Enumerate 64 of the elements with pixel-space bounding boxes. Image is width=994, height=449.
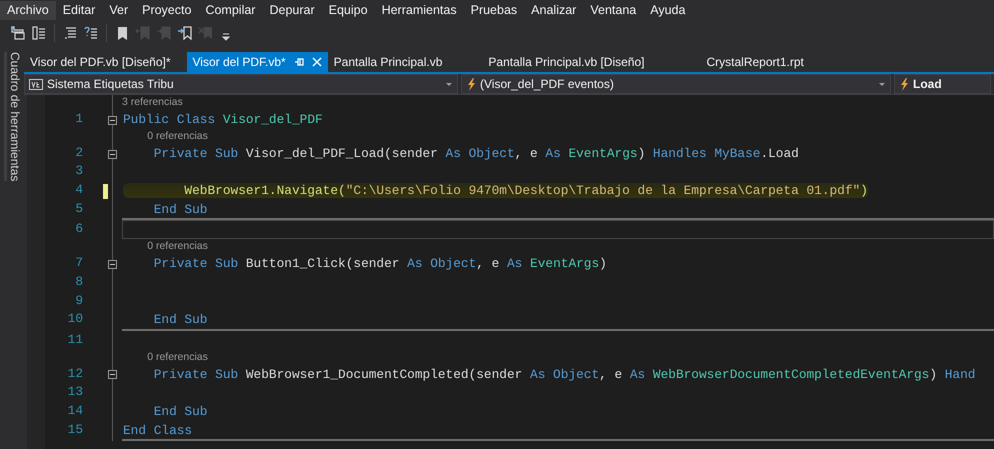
menu-item[interactable]: Compilar	[198, 0, 262, 20]
menu-item[interactable]: Analizar	[524, 0, 584, 20]
member-dropdown[interactable]: Load	[894, 74, 991, 94]
menu-item[interactable]: Equipo	[322, 0, 375, 20]
document-tab[interactable]: Pantalla Principal.vb [Diseño]	[482, 52, 650, 72]
reference-count[interactable]: 0 referencias	[147, 130, 208, 142]
list-icon[interactable]	[31, 25, 47, 41]
menu-item[interactable]: Archivo	[0, 0, 56, 20]
menu-item[interactable]: Ayuda	[643, 0, 692, 20]
lines-icon[interactable]	[62, 25, 78, 41]
menu-item[interactable]: Ventana	[583, 0, 644, 20]
line-number: 15	[66, 420, 84, 439]
line-number: 2	[74, 144, 84, 162]
code-line: End Sub	[152, 202, 208, 217]
menu-item[interactable]: Pruebas	[464, 0, 524, 20]
collapse-icon[interactable]	[108, 116, 117, 125]
line-number: 10	[66, 310, 84, 328]
lightning-icon	[466, 78, 476, 90]
document-tab[interactable]: CrystalReport1.rpt	[700, 52, 810, 72]
code-line: Private Sub WebBrowser1_DocumentCompleted(sender As Object, e As WebBrowserDocumentCompletedEventArgs) Hand	[152, 366, 976, 382]
code-line: End Sub	[152, 404, 208, 419]
menu-item[interactable]: Depurar	[262, 0, 322, 20]
document-tab[interactable]: Visor del PDF.vb*	[186, 52, 328, 72]
menu-item[interactable]: Ver	[102, 0, 136, 20]
menu-item[interactable]: Herramientas	[374, 0, 464, 20]
project-icon	[29, 78, 43, 90]
outline-icon[interactable]	[10, 25, 26, 41]
line-number: 9	[74, 292, 84, 310]
code-line: End Sub	[152, 312, 208, 328]
pin-icon[interactable]	[294, 57, 304, 67]
lines-question-icon[interactable]	[83, 25, 99, 41]
line-number: 4	[74, 181, 84, 200]
menu-item[interactable]: Proyecto	[135, 0, 198, 20]
code-line: Private Sub Visor_del_PDF_Load(sender As Object, e As EventArgs) Handles MyBase.Load	[152, 146, 799, 161]
dropdown-icon	[878, 81, 886, 87]
line-number: 3	[74, 162, 84, 180]
line-number: 8	[74, 272, 84, 291]
code-line: Public Class Visor_del_PDF	[123, 112, 323, 127]
bookmark-arrow-icon[interactable]	[177, 25, 193, 41]
collapse-icon[interactable]	[108, 260, 117, 269]
reference-count[interactable]: 3 referencias	[122, 96, 183, 108]
line-number: 7	[74, 254, 84, 272]
code-line: Private Sub Button1_Click(sender As Object, e As EventArgs)	[152, 256, 607, 272]
line-number: 5	[74, 200, 84, 218]
menu-item[interactable]: Editar	[56, 0, 102, 20]
collapse-icon[interactable]	[108, 150, 117, 159]
collapse-icon[interactable]	[108, 370, 117, 380]
line-number: 14	[66, 402, 84, 420]
reference-count[interactable]: 0 referencias	[147, 240, 208, 252]
line-number: 11	[66, 330, 84, 349]
close-icon[interactable]	[312, 57, 322, 67]
object-dropdown[interactable]: (Visor_del_PDF eventos)	[461, 74, 891, 94]
document-tab[interactable]: Pantalla Principal.vb	[328, 52, 448, 72]
project-dropdown[interactable]: Sistema Etiquetas Tribu	[24, 74, 458, 94]
lightning-icon	[899, 78, 909, 90]
document-tab[interactable]: Visor del PDF.vb [Diseño]*	[24, 52, 177, 72]
dropdown-icon	[445, 81, 453, 87]
code-line: End Class	[123, 422, 192, 438]
line-number: 13	[66, 383, 84, 402]
line-number: 6	[74, 220, 84, 238]
code-line: WebBrowser1.Navigate("C:\Users\Folio 9470m\Desktop\Trabajo de la Empresa\Carpeta 01.pdf")	[123, 183, 868, 198]
reference-count[interactable]: 0 referencias	[147, 350, 208, 363]
line-number: 12	[66, 364, 84, 383]
line-number: 1	[74, 110, 84, 128]
